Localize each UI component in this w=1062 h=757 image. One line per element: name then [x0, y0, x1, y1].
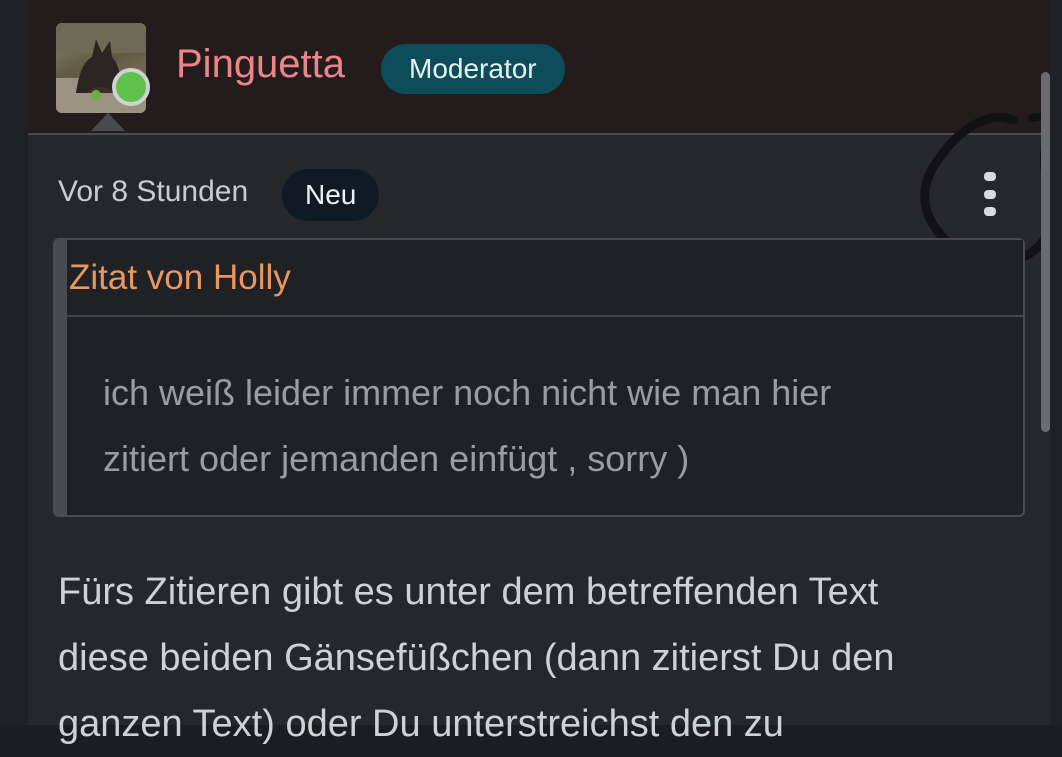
forum-post: Pinguetta Moderator Vor 8 Stunden Neu Zi… [28, 0, 1050, 745]
quote-line: ich weiß leider immer noch nicht wie man… [103, 372, 832, 413]
page-frame: Pinguetta Moderator Vor 8 Stunden Neu Zi… [0, 0, 1062, 745]
post-body: Fürs Zitieren gibt es unter dem betreffe… [58, 559, 1018, 757]
body-line: Fürs Zitieren gibt es unter dem betreffe… [58, 571, 879, 613]
quote-header: Zitat von Holly [67, 240, 1023, 317]
body-line: ganzen Text) oder Du unterstreichst den … [58, 703, 784, 745]
quote-line: zitiert oder jemanden einfügt , sorry ) [103, 438, 690, 479]
body-line: diese beiden Gänsefüßchen (dann zitierst… [58, 637, 895, 679]
quote-block: Zitat von Holly ich weiß leider immer no… [53, 238, 1025, 517]
quote-author[interactable]: Zitat von Holly [67, 258, 291, 298]
quote-text: ich weiß leider immer noch nicht wie man… [103, 360, 1003, 492]
scrollbar[interactable] [1041, 72, 1050, 432]
